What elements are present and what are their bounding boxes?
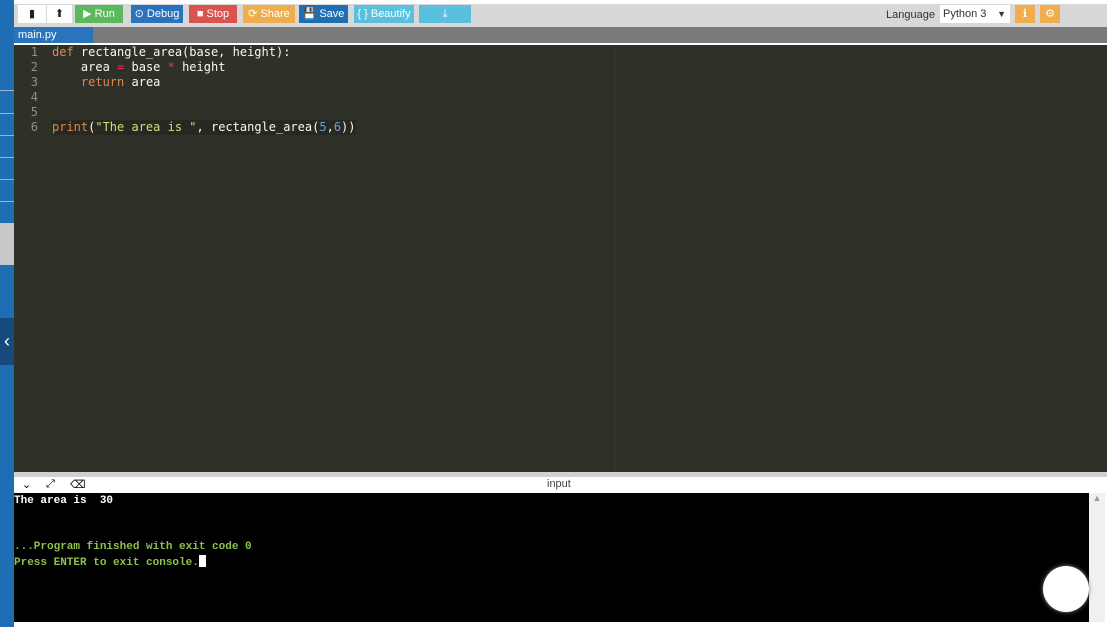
toolbar: ▮ ⬆ ▶ Run ⊙ Debug ■ Stop ⟳ Share 💾 Save … [14, 4, 1107, 27]
console-line: Press ENTER to exit console. [14, 557, 199, 569]
run-button[interactable]: ▶ Run [75, 5, 123, 23]
line-number: 6 [30, 120, 38, 134]
console-header: ⌄ ⤢ ⌫ input [14, 477, 1107, 493]
code-line: area = base * height [52, 60, 226, 74]
sidebar-divider [0, 179, 14, 180]
save-button[interactable]: 💾 Save [299, 5, 348, 23]
expand-console-icon[interactable]: ⤢ [46, 478, 55, 491]
sidebar-divider [0, 90, 14, 91]
code-lines: def rectangle_area(base, height): area =… [52, 45, 356, 135]
language-value: Python 3 [943, 8, 987, 20]
line-number: 5 [30, 105, 38, 119]
sidebar-divider [0, 201, 14, 202]
left-sidebar: ‹ [0, 0, 14, 627]
code-line: return area [80, 75, 161, 89]
stop-button[interactable]: ■ Stop [189, 5, 237, 23]
sidebar-divider [0, 157, 14, 158]
sidebar-block [0, 223, 14, 265]
language-label: Language [886, 9, 935, 21]
info-icon[interactable]: ℹ [1015, 5, 1035, 23]
console-line: ...Program finished with exit code 0 [14, 541, 252, 553]
debug-button[interactable]: ⊙ Debug [131, 5, 183, 23]
line-number: 2 [30, 60, 38, 74]
beautify-button[interactable]: { } Beautify [354, 5, 414, 23]
chevron-down-icon: ▼ [997, 9, 1006, 19]
console-input-label: input [547, 478, 571, 490]
console-cursor [198, 555, 206, 567]
print-margin [614, 45, 615, 472]
console-scrollbar[interactable]: ▲ [1089, 493, 1105, 622]
sidebar-divider [0, 135, 14, 136]
console-line: The area is 30 [14, 495, 114, 507]
minimize-console-icon[interactable]: ⌄ [22, 478, 31, 491]
line-gutter: 1 2 3 4 5 6 [14, 45, 48, 472]
download-button[interactable]: ⤓ [419, 5, 471, 23]
line-number: 4 [30, 90, 38, 104]
chat-widget-button[interactable] [1043, 566, 1089, 612]
gear-icon[interactable]: ⚙ [1040, 5, 1060, 23]
code-line: def rectangle_area(base, height): [52, 45, 291, 59]
clear-console-icon[interactable]: ⌫ [70, 478, 86, 491]
code-editor[interactable]: 1 2 3 4 5 6 def rectangle_area(base, hei… [14, 45, 1107, 472]
line-number: 3 [30, 75, 38, 89]
collapse-sidebar-chevron-icon[interactable]: ‹ [0, 318, 14, 365]
new-file-icon[interactable]: ▮ [18, 5, 46, 23]
console-output[interactable]: The area is 30 ...Program finished with … [14, 493, 1089, 622]
tab-main-py[interactable]: main.py [14, 27, 93, 43]
upload-icon[interactable]: ⬆ [47, 5, 72, 23]
line-number: 1 [30, 45, 38, 59]
language-select[interactable]: Python 3 ▼ [940, 5, 1010, 23]
file-tab-bar: main.py [14, 27, 1107, 43]
code-line: print("The area is ", rectangle_area(5,6… [52, 120, 356, 135]
share-button[interactable]: ⟳ Share [243, 5, 295, 23]
sidebar-divider [0, 113, 14, 114]
